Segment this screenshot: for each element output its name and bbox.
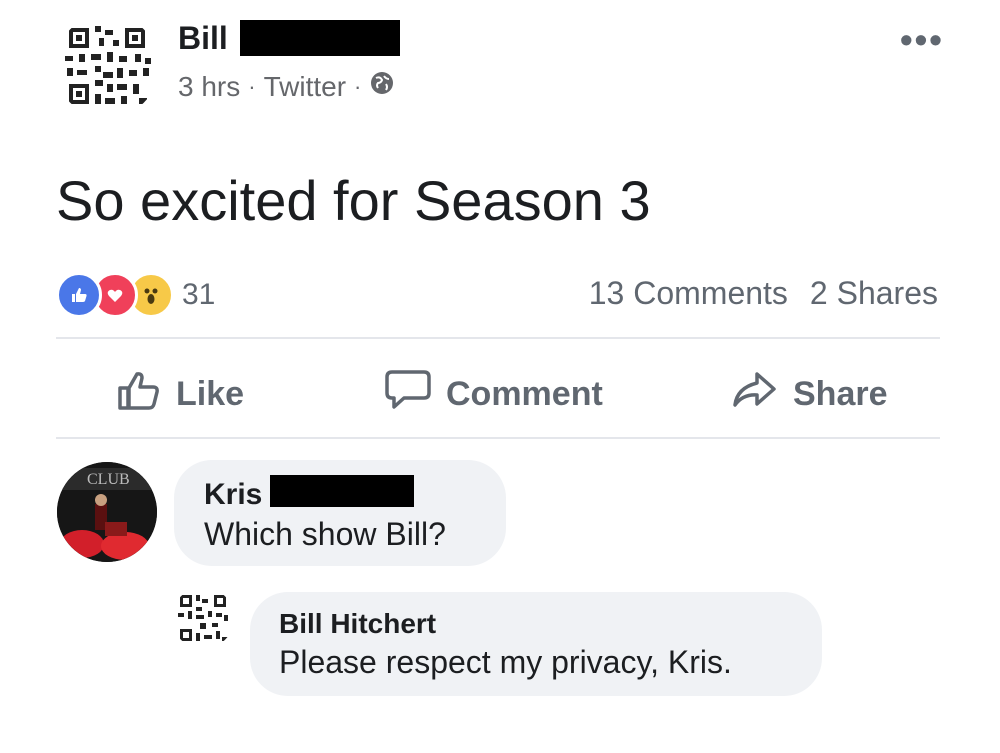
post-source: Twitter (263, 70, 347, 102)
divider (56, 337, 940, 339)
engagement-counts: 13 Comments 2 Shares (589, 275, 938, 312)
comment-label: Comment (446, 375, 603, 413)
post-meta: 3 hrs · Twitter · (178, 70, 395, 103)
share-arrow-icon (731, 368, 779, 421)
author-name-text[interactable]: Bill (178, 20, 228, 56)
redaction-bar (240, 20, 400, 56)
avatar-sign-text: CLUB (87, 471, 130, 488)
reactions-summary[interactable]: 31 (56, 272, 215, 318)
author-avatar[interactable] (55, 14, 159, 118)
comment-text: Which show Bill? (204, 516, 446, 552)
share-label: Share (793, 375, 888, 413)
divider (56, 437, 940, 439)
comment-button[interactable]: Comment (384, 368, 603, 421)
post-text: So excited for Season 3 (56, 169, 651, 232)
comment-author[interactable]: Kris (204, 478, 262, 512)
post-author[interactable]: Bill (178, 20, 228, 57)
post-time[interactable]: 3 hrs (178, 71, 240, 103)
reply-author[interactable]: Bill Hitchert (279, 608, 436, 640)
reply-text: Please respect my privacy, Kris. (279, 644, 732, 680)
shares-count[interactable]: 2 Shares (810, 275, 938, 312)
comment-bubble-icon (384, 368, 432, 421)
share-button[interactable]: Share (731, 368, 888, 421)
meta-separator: · (248, 73, 256, 99)
like-label: Like (176, 375, 245, 413)
reply-author-avatar[interactable] (172, 587, 234, 649)
like-reaction-icon (56, 272, 102, 318)
more-options-icon[interactable]: ••• (900, 22, 944, 58)
reply-bubble: Bill Hitchert Please respect my privacy,… (250, 592, 822, 696)
globe-icon (369, 70, 395, 103)
thumbs-up-icon (116, 368, 162, 421)
comments-count[interactable]: 13 Comments (589, 275, 788, 312)
like-button[interactable]: Like (116, 368, 244, 421)
reaction-count[interactable]: 31 (182, 278, 215, 312)
commenter-avatar[interactable]: CLUB (57, 462, 157, 562)
redaction-bar (270, 475, 414, 507)
meta-separator: · (354, 73, 362, 99)
